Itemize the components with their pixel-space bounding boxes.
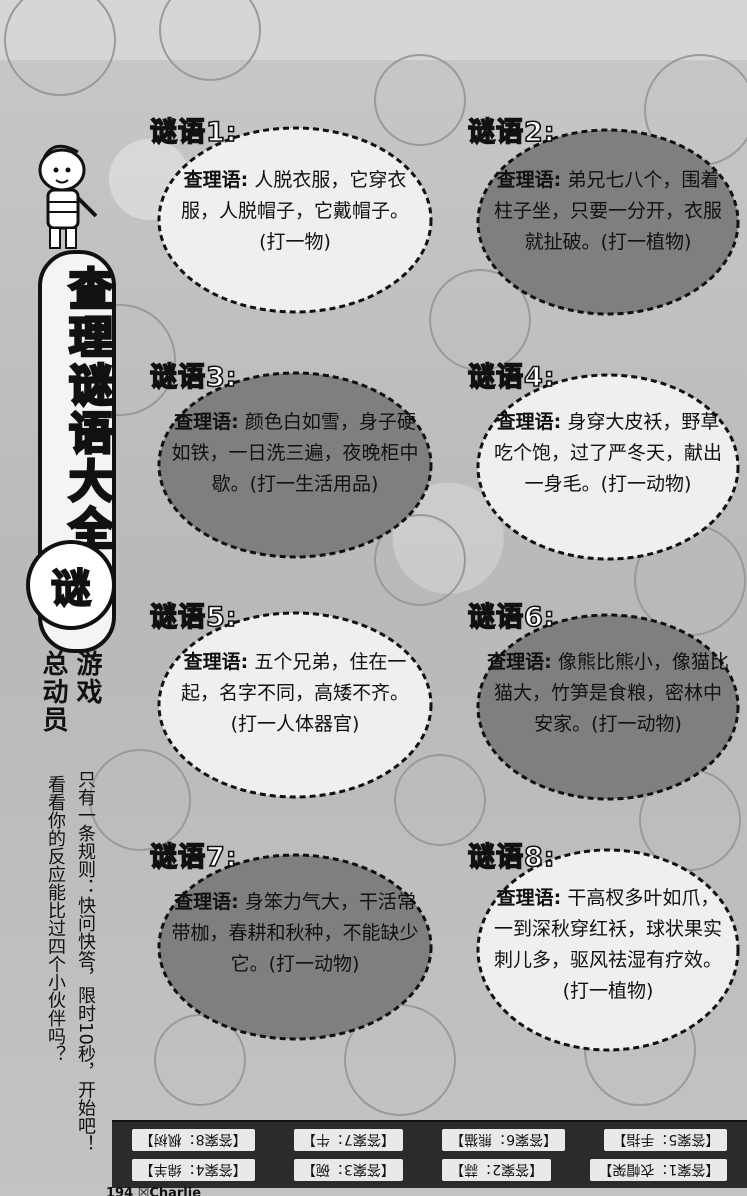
game-subheading: 总动员: [38, 650, 68, 734]
riddle-prefix-7: 查理语:: [174, 891, 239, 913]
riddle-prefix-1: 查理语:: [183, 169, 249, 191]
mascot-illustration: [38, 144, 98, 249]
answer-item: 【答案7：牛】: [293, 1129, 403, 1151]
riddle-label-8: 谜语8:: [467, 841, 556, 874]
answer-row-2: 【答案1：衣帽架】 【答案2：蒜】 【答案3：碗】 【答案4：绵羊】: [112, 1157, 747, 1183]
riddle-card-3: 谜语3: 查理语: 颜色白如雪，身子硬如铁，一日洗三遍，夜晚柜中歇。(打一生活用…: [149, 355, 440, 565]
riddle-label-3: 谜语3:: [149, 361, 238, 394]
riddle-prefix-8: 查理语:: [496, 887, 562, 909]
page-title: 查理谜语大全: [60, 265, 114, 556]
riddle-prefix-6: 查理语:: [487, 651, 552, 673]
riddle-badge: 谜: [26, 540, 116, 630]
riddle-card-7: 谜语7: 查理语: 身笨力气大，干活常带枷，春耕和秋种，不能缺少它。(打一动物): [149, 835, 440, 1045]
riddle-card-1: 谜语1: 查理语: 人脱衣服，它穿衣服，人脱帽子，它戴帽子。(打一物): [149, 110, 440, 320]
riddle-text-8: 查理语: 干高杈多叶如爪，一到深秋穿红袄，球状果实刺儿多，驱风祛湿有疗效。(打一…: [490, 883, 726, 1007]
riddle-label-6: 谜语6:: [467, 601, 556, 634]
answer-item: 【答案8：枫树】: [131, 1129, 255, 1151]
answer-item: 【答案2：蒜】: [442, 1159, 552, 1181]
riddle-text-6: 查理语: 像熊比熊小，像猫比猫大，竹笋是食粮，密林中安家。(打一动物): [486, 647, 730, 740]
answer-strip: 【答案5：手指】 【答案6：熊猫】 【答案7：牛】 【答案8：枫树】 【答案1：…: [112, 1120, 747, 1188]
riddle-card-6: 谜语6: 查理语: 像熊比熊小，像猫比猫大，竹笋是食粮，密林中安家。(打一动物): [467, 595, 747, 805]
rules-text-1: 只有一条规则：快问快答，限时10秒，开始吧！: [75, 770, 96, 1153]
riddle-card-2: 谜语2: 查理语: 弟兄七八个，围着柱子坐，只要一分开，衣服就扯破。(打一植物): [467, 110, 747, 320]
answer-row-1: 【答案5：手指】 【答案6：熊猫】 【答案7：牛】 【答案8：枫树】: [112, 1127, 747, 1153]
riddle-label-1: 谜语1:: [149, 116, 238, 149]
riddle-text-7: 查理语: 身笨力气大，干活常带枷，春耕和秋种，不能缺少它。(打一动物): [170, 887, 420, 980]
riddle-label-2: 谜语2:: [467, 116, 556, 149]
rules-text-2: 看看你的反应能比过四个小伙伴吗？: [45, 775, 66, 1063]
riddle-text-1: 查理语: 人脱衣服，它穿衣服，人脱帽子，它戴帽子。(打一物): [172, 165, 418, 258]
answer-item: 【答案4：绵羊】: [131, 1159, 255, 1181]
riddle-label-4: 谜语4:: [467, 361, 556, 394]
riddle-text-5: 查理语: 五个兄弟，住在一起，名字不同，高矮不齐。(打一人体器官): [172, 647, 418, 740]
riddle-text-4: 查理语: 身穿大皮袄，野草吃个饱，过了严冬天，献出一身毛。(打一动物): [490, 407, 726, 500]
riddle-card-8: 谜语8: 查理语: 干高杈多叶如爪，一到深秋穿红袄，球状果实刺儿多，驱风祛湿有疗…: [467, 835, 747, 1055]
page: 查理谜语大全 谜 游戏 总动员 只有一条规则：快问快答，限时10秒，开始吧！ 看…: [0, 0, 747, 1196]
riddle-prefix-3: 查理语:: [174, 411, 239, 433]
page-number: 194 ☒Charlie: [106, 1186, 202, 1196]
riddle-card-5: 谜语5: 查理语: 五个兄弟，住在一起，名字不同，高矮不齐。(打一人体器官): [149, 595, 440, 805]
answer-item: 【答案3：碗】: [293, 1159, 403, 1181]
riddle-card-4: 谜语4: 查理语: 身穿大皮袄，野草吃个饱，过了严冬天，献出一身毛。(打一动物): [467, 355, 747, 565]
riddle-text-3: 查理语: 颜色白如雪，身子硬如铁，一日洗三遍，夜晚柜中歇。(打一生活用品): [168, 407, 422, 500]
answer-item: 【答案1：衣帽架】: [590, 1159, 728, 1181]
riddle-label-5: 谜语5:: [149, 601, 238, 634]
riddle-text-2: 查理语: 弟兄七八个，围着柱子坐，只要一分开，衣服就扯破。(打一植物): [490, 165, 726, 258]
riddle-prefix-5: 查理语:: [183, 651, 249, 673]
game-heading: 游戏: [72, 650, 102, 706]
answer-item: 【答案6：熊猫】: [442, 1129, 566, 1151]
riddle-prefix-4: 查理语:: [496, 411, 562, 433]
answer-item: 【答案5：手指】: [604, 1129, 728, 1151]
riddle-prefix-2: 查理语:: [496, 169, 562, 191]
riddle-label-7: 谜语7:: [149, 841, 238, 874]
